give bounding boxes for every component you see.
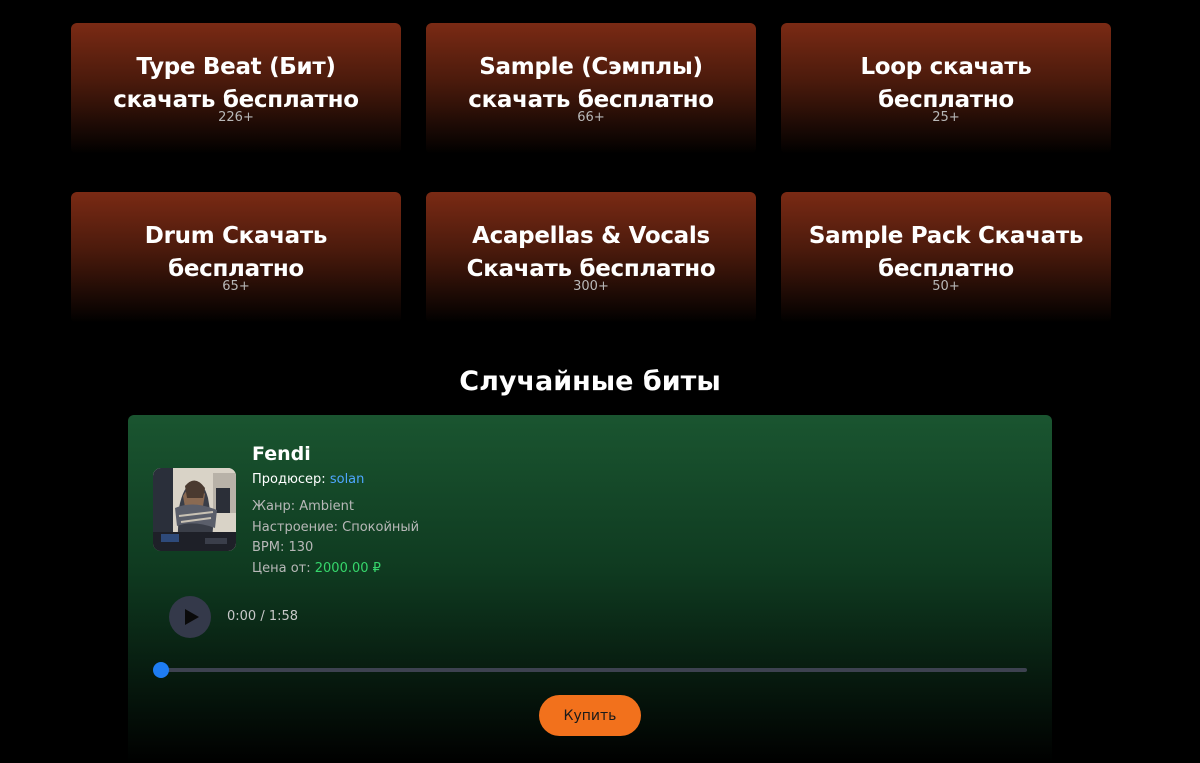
page: Type Beat (Бит) скачать бесплатно 226+ S… xyxy=(0,0,1200,763)
playback-time: 0:00 / 1:58 xyxy=(227,609,299,624)
play-icon xyxy=(184,609,199,625)
category-count: 226+ xyxy=(218,110,254,125)
buy-button[interactable]: Купить xyxy=(539,695,641,736)
beat-title[interactable]: Fendi xyxy=(252,442,752,466)
category-title: Drum Скачать бесплатно xyxy=(144,223,328,282)
beat-info: Fendi Продюсер: solan Жанр: Ambient Наст… xyxy=(252,442,752,579)
beat-card: Fendi Продюсер: solan Жанр: Ambient Наст… xyxy=(128,415,1052,763)
cover-art-icon xyxy=(153,468,236,551)
progress-track[interactable] xyxy=(161,668,1027,672)
producer-label: Продюсер: xyxy=(252,472,326,487)
category-count: 300+ xyxy=(573,279,609,294)
bpm-text: BPM: 130 xyxy=(252,540,314,555)
category-card-type-beat[interactable]: Type Beat (Бит) скачать бесплатно 226+ xyxy=(71,23,401,154)
category-count: 25+ xyxy=(932,110,960,125)
mood-text: Настроение: Спокойный xyxy=(252,519,420,535)
producer-link[interactable]: solan xyxy=(330,472,365,487)
category-card-sample-pack[interactable]: Sample Pack Скачать бесплатно 50+ xyxy=(781,192,1111,323)
price-value: 2000.00 ₽ xyxy=(314,560,381,576)
producer-line: Продюсер: solan xyxy=(252,472,752,488)
category-card-drum[interactable]: Drum Скачать бесплатно 65+ xyxy=(71,192,401,323)
category-title: Acapellas & Vocals Скачать бесплатно xyxy=(466,223,716,282)
album-cover-image[interactable] xyxy=(153,468,236,551)
category-title: Sample (Сэмплы) скачать бесплатно xyxy=(468,54,714,113)
category-title: Type Beat (Бит) скачать бесплатно xyxy=(113,54,359,113)
category-card-sample[interactable]: Sample (Сэмплы) скачать бесплатно 66+ xyxy=(426,23,756,154)
price-line: Цена от: 2000.00 ₽ xyxy=(252,559,752,580)
category-count: 65+ xyxy=(222,279,250,294)
beat-meta: Жанр: Ambient Настроение: Спокойный BPM:… xyxy=(252,497,752,579)
category-count: 50+ xyxy=(932,279,960,294)
category-card-loop[interactable]: Loop скачать бесплатно 25+ xyxy=(781,23,1111,154)
category-card-acapellas[interactable]: Acapellas & Vocals Скачать бесплатно 300… xyxy=(426,192,756,323)
genre-text: Жанр: Ambient xyxy=(252,499,354,514)
category-title: Sample Pack Скачать бесплатно xyxy=(808,223,1084,282)
section-title: Случайные биты xyxy=(459,366,721,397)
category-count: 66+ xyxy=(577,110,605,125)
category-title: Loop скачать бесплатно xyxy=(860,54,1032,113)
category-grid: Type Beat (Бит) скачать бесплатно 226+ S… xyxy=(71,23,1111,323)
progress-slider-handle[interactable] xyxy=(153,662,169,678)
play-button[interactable] xyxy=(169,596,211,638)
price-label: Цена от: xyxy=(252,560,311,576)
